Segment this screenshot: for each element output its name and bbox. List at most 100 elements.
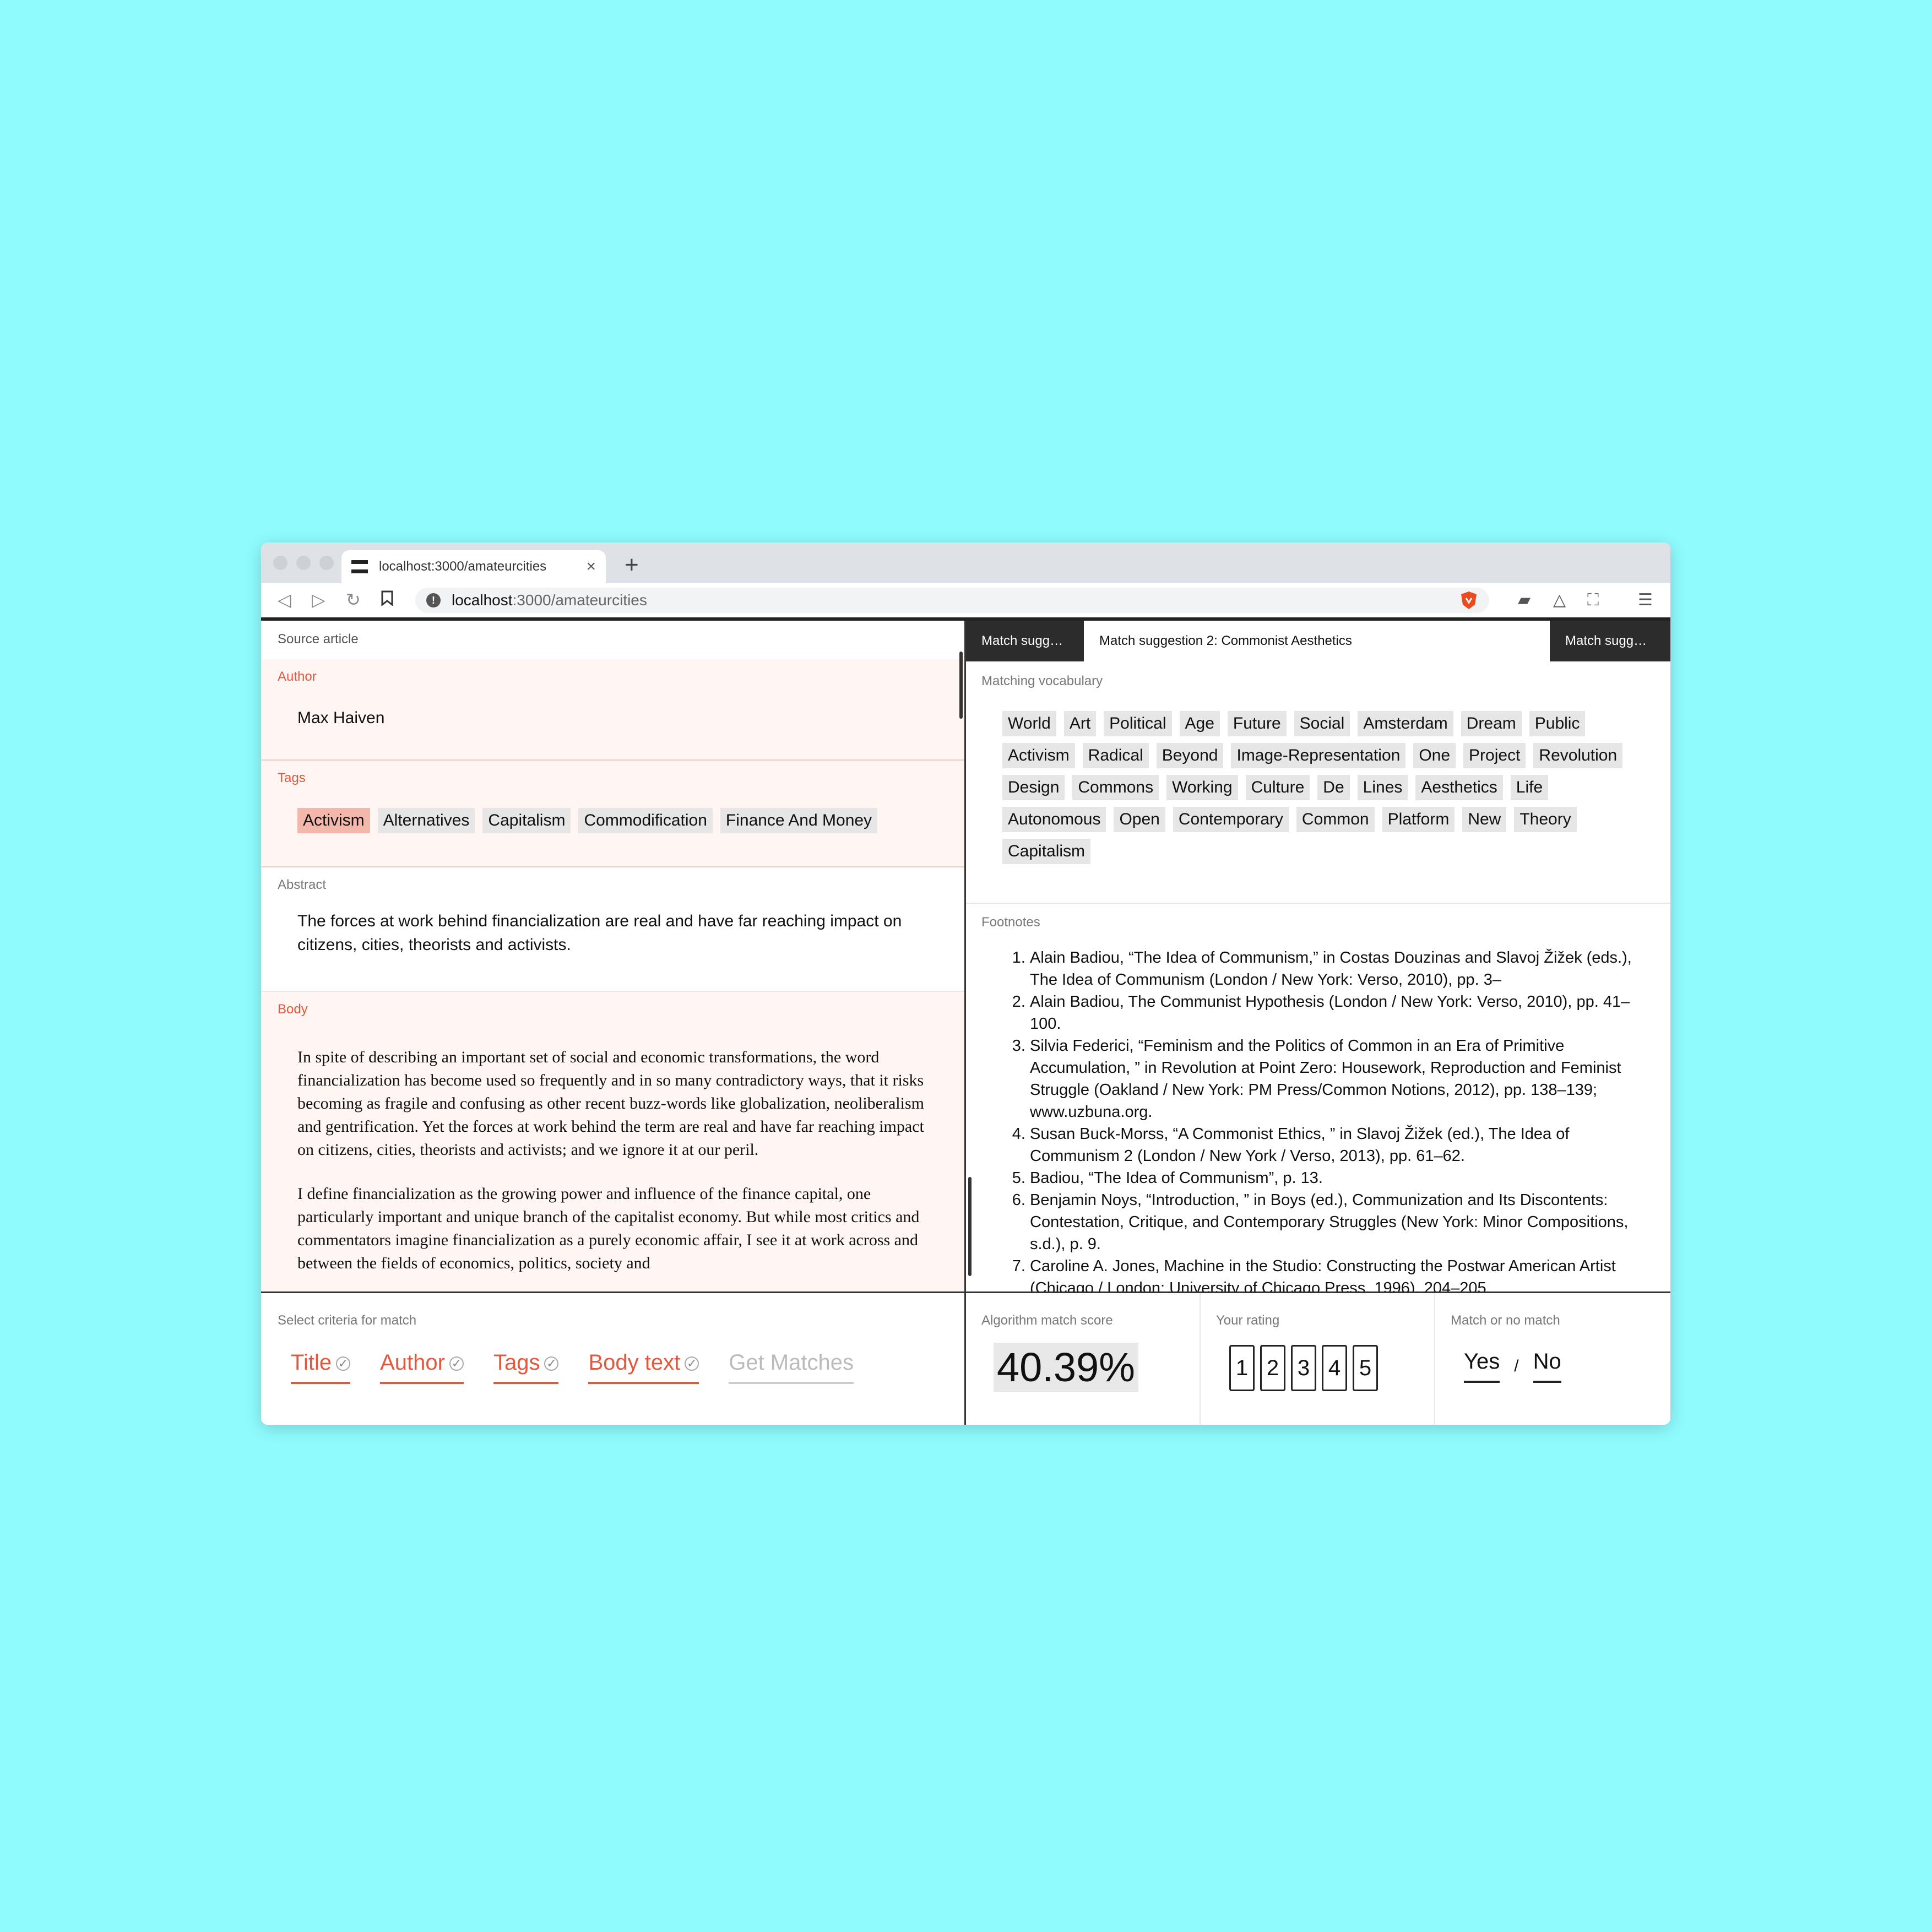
tag-chip[interactable]: Beyond bbox=[1156, 743, 1224, 768]
tag-chip[interactable]: Radical bbox=[1082, 743, 1149, 768]
address-bar[interactable]: ! localhost:3000/amateurcities bbox=[415, 588, 1489, 613]
score-cell: Algorithm match score 40.39% bbox=[966, 1293, 1201, 1425]
tag-chip[interactable]: Image-Representation bbox=[1231, 743, 1406, 768]
no-button[interactable]: No bbox=[1533, 1349, 1561, 1383]
criteria-author-toggle[interactable]: Author ✓ bbox=[380, 1350, 464, 1384]
tag-chip[interactable]: Future bbox=[1227, 711, 1287, 736]
author-label: Author bbox=[278, 669, 317, 684]
yes-button[interactable]: Yes bbox=[1464, 1349, 1500, 1383]
forward-icon[interactable]: ▷ bbox=[312, 589, 325, 611]
extension-icon[interactable]: ▰ bbox=[1518, 591, 1531, 610]
match-tabs: Match sugg… Match suggestion 2: Commonis… bbox=[966, 621, 1670, 661]
criteria-list: Title ✓ Author ✓ Tags ✓ Body text ✓ Get Matc… bbox=[291, 1350, 948, 1384]
source-article-panel: Source article Author Max Haiven Tags Ac… bbox=[261, 621, 966, 1425]
body-paragraph: I define financialization as the growing… bbox=[297, 1185, 920, 1272]
footnote-item: Badiou, “The Idea of Communism”, p. 13. bbox=[1030, 1167, 1647, 1189]
tag-chip[interactable]: Culture bbox=[1245, 775, 1310, 800]
right-scrollbar[interactable] bbox=[968, 1177, 972, 1276]
tab-title: localhost:3000/amateurcities bbox=[379, 559, 547, 574]
reload-icon[interactable]: ↻ bbox=[346, 589, 361, 611]
tag-chip[interactable]: One bbox=[1413, 743, 1456, 768]
match-decision: Yes / No bbox=[1464, 1349, 1654, 1383]
criteria-title-toggle[interactable]: Title ✓ bbox=[291, 1350, 351, 1384]
criteria-body-text-toggle[interactable]: Body text ✓ bbox=[588, 1350, 699, 1384]
rating-1-button[interactable]: 1 bbox=[1229, 1345, 1255, 1391]
tag-chip[interactable]: Alternatives bbox=[377, 808, 475, 833]
tag-chip[interactable]: Activism bbox=[297, 808, 370, 833]
browser-tab[interactable]: localhost:3000/amateurcities × bbox=[341, 550, 606, 583]
maximize-window-button[interactable] bbox=[319, 556, 334, 570]
tag-chip[interactable]: Activism bbox=[1002, 743, 1075, 768]
rating-2-button[interactable]: 2 bbox=[1260, 1345, 1285, 1391]
footnotes-section: Footnotes Alain Badiou, “The Idea of Com… bbox=[966, 904, 1670, 1293]
back-icon[interactable]: ◁ bbox=[278, 589, 291, 611]
tab-match-suggestion-2[interactable]: Match suggestion 2: Commonist Aesthetics bbox=[1084, 621, 1550, 661]
site-info-icon[interactable]: ! bbox=[426, 593, 441, 607]
tag-chip[interactable]: De bbox=[1317, 775, 1350, 800]
tag-chip[interactable]: Contemporary bbox=[1173, 807, 1289, 832]
tag-chip[interactable]: Aesthetics bbox=[1415, 775, 1503, 800]
window-controls bbox=[273, 556, 334, 570]
tag-chip[interactable]: Project bbox=[1463, 743, 1526, 768]
abstract-label: Abstract bbox=[278, 877, 327, 892]
tag-chip[interactable]: Common bbox=[1296, 807, 1375, 832]
tag-chip[interactable]: Revolution bbox=[1533, 743, 1623, 768]
tag-chip[interactable]: Commons bbox=[1072, 775, 1159, 800]
vpn-triangle-icon[interactable]: △ bbox=[1553, 591, 1566, 610]
tag-chip[interactable]: Lines bbox=[1357, 775, 1408, 800]
brave-shield-icon[interactable] bbox=[1459, 590, 1478, 610]
abstract-section: Abstract The forces at work behind finan… bbox=[261, 867, 964, 992]
tag-chip[interactable]: Autonomous bbox=[1002, 807, 1106, 832]
tag-chip[interactable]: Amsterdam bbox=[1358, 711, 1453, 736]
tag-chip[interactable]: Dream bbox=[1461, 711, 1522, 736]
tag-chip[interactable]: Social bbox=[1294, 711, 1350, 736]
menu-icon[interactable]: ☰ bbox=[1638, 591, 1653, 610]
tag-chip[interactable]: Finance And Money bbox=[720, 808, 878, 833]
tag-chip[interactable]: Theory bbox=[1514, 807, 1577, 832]
url-text: localhost:3000/amateurcities bbox=[452, 591, 647, 609]
left-scrollbar[interactable] bbox=[959, 652, 963, 719]
criteria-panel: Select criteria for match Title ✓ Author ✓… bbox=[261, 1291, 964, 1425]
footnotes-label: Footnotes bbox=[981, 915, 1040, 930]
tag-chip[interactable]: Capitalism bbox=[482, 808, 571, 833]
tab-match-suggestion-3[interactable]: Match sugg… bbox=[1550, 621, 1670, 661]
tab-match-suggestion-1[interactable]: Match sugg… bbox=[966, 621, 1084, 661]
tag-chip[interactable]: Platform bbox=[1382, 807, 1455, 832]
close-window-button[interactable] bbox=[273, 556, 287, 570]
check-icon: ✓ bbox=[449, 1356, 464, 1371]
check-icon: ✓ bbox=[685, 1356, 699, 1371]
tab-close-icon[interactable]: × bbox=[586, 557, 596, 576]
tag-chip[interactable]: Design bbox=[1002, 775, 1065, 800]
tags-section: Tags Activism Alternatives Capitalism Commo… bbox=[261, 761, 964, 867]
footnote-item: Benjamin Noys, “Introduction, ” in Boys … bbox=[1030, 1189, 1647, 1255]
app-content: Source article Author Max Haiven Tags Ac… bbox=[261, 621, 1670, 1425]
tag-chip[interactable]: Political bbox=[1104, 711, 1172, 736]
rating-label: Your rating bbox=[1216, 1313, 1280, 1328]
rating-4-button[interactable]: 4 bbox=[1322, 1345, 1347, 1391]
tag-chip[interactable]: New bbox=[1462, 807, 1507, 832]
tag-chip[interactable]: Public bbox=[1529, 711, 1586, 736]
criteria-label: Select criteria for match bbox=[278, 1313, 417, 1328]
tag-chip[interactable]: Age bbox=[1179, 711, 1220, 736]
body-section: Body In spite of describing an important… bbox=[261, 992, 964, 1291]
criteria-tags-toggle[interactable]: Tags ✓ bbox=[493, 1350, 559, 1384]
footnote-item: Alain Badiou, The Communist Hypothesis (… bbox=[1030, 991, 1647, 1035]
footnote-item: Silvia Federici, “Feminism and the Polit… bbox=[1030, 1035, 1647, 1123]
tag-list: Activism Alternatives Capitalism Commodific… bbox=[297, 808, 948, 833]
rating-5-button[interactable]: 5 bbox=[1353, 1345, 1378, 1391]
bookmark-icon[interactable] bbox=[381, 589, 393, 611]
new-tab-button[interactable]: + bbox=[625, 551, 639, 579]
tag-chip[interactable]: Open bbox=[1114, 807, 1165, 832]
tag-chip[interactable]: Art bbox=[1063, 711, 1097, 736]
screenshot-icon[interactable]: ⛶ bbox=[1587, 591, 1599, 610]
tag-chip[interactable]: World bbox=[1002, 711, 1056, 736]
tag-chip[interactable]: Life bbox=[1510, 775, 1549, 800]
tag-chip[interactable]: Commodification bbox=[578, 808, 713, 833]
get-matches-button[interactable]: Get Matches bbox=[729, 1350, 854, 1384]
tag-chip[interactable]: Capitalism bbox=[1002, 839, 1091, 864]
tag-chip[interactable]: Working bbox=[1166, 775, 1238, 800]
rating-3-button[interactable]: 3 bbox=[1291, 1345, 1316, 1391]
minimize-window-button[interactable] bbox=[296, 556, 311, 570]
rating-cell: Your rating 1 2 3 4 5 bbox=[1201, 1293, 1435, 1425]
browser-toolbar: ◁ ▷ ↻ ! localhost:3000/amateurcities ▰ △… bbox=[261, 583, 1670, 621]
